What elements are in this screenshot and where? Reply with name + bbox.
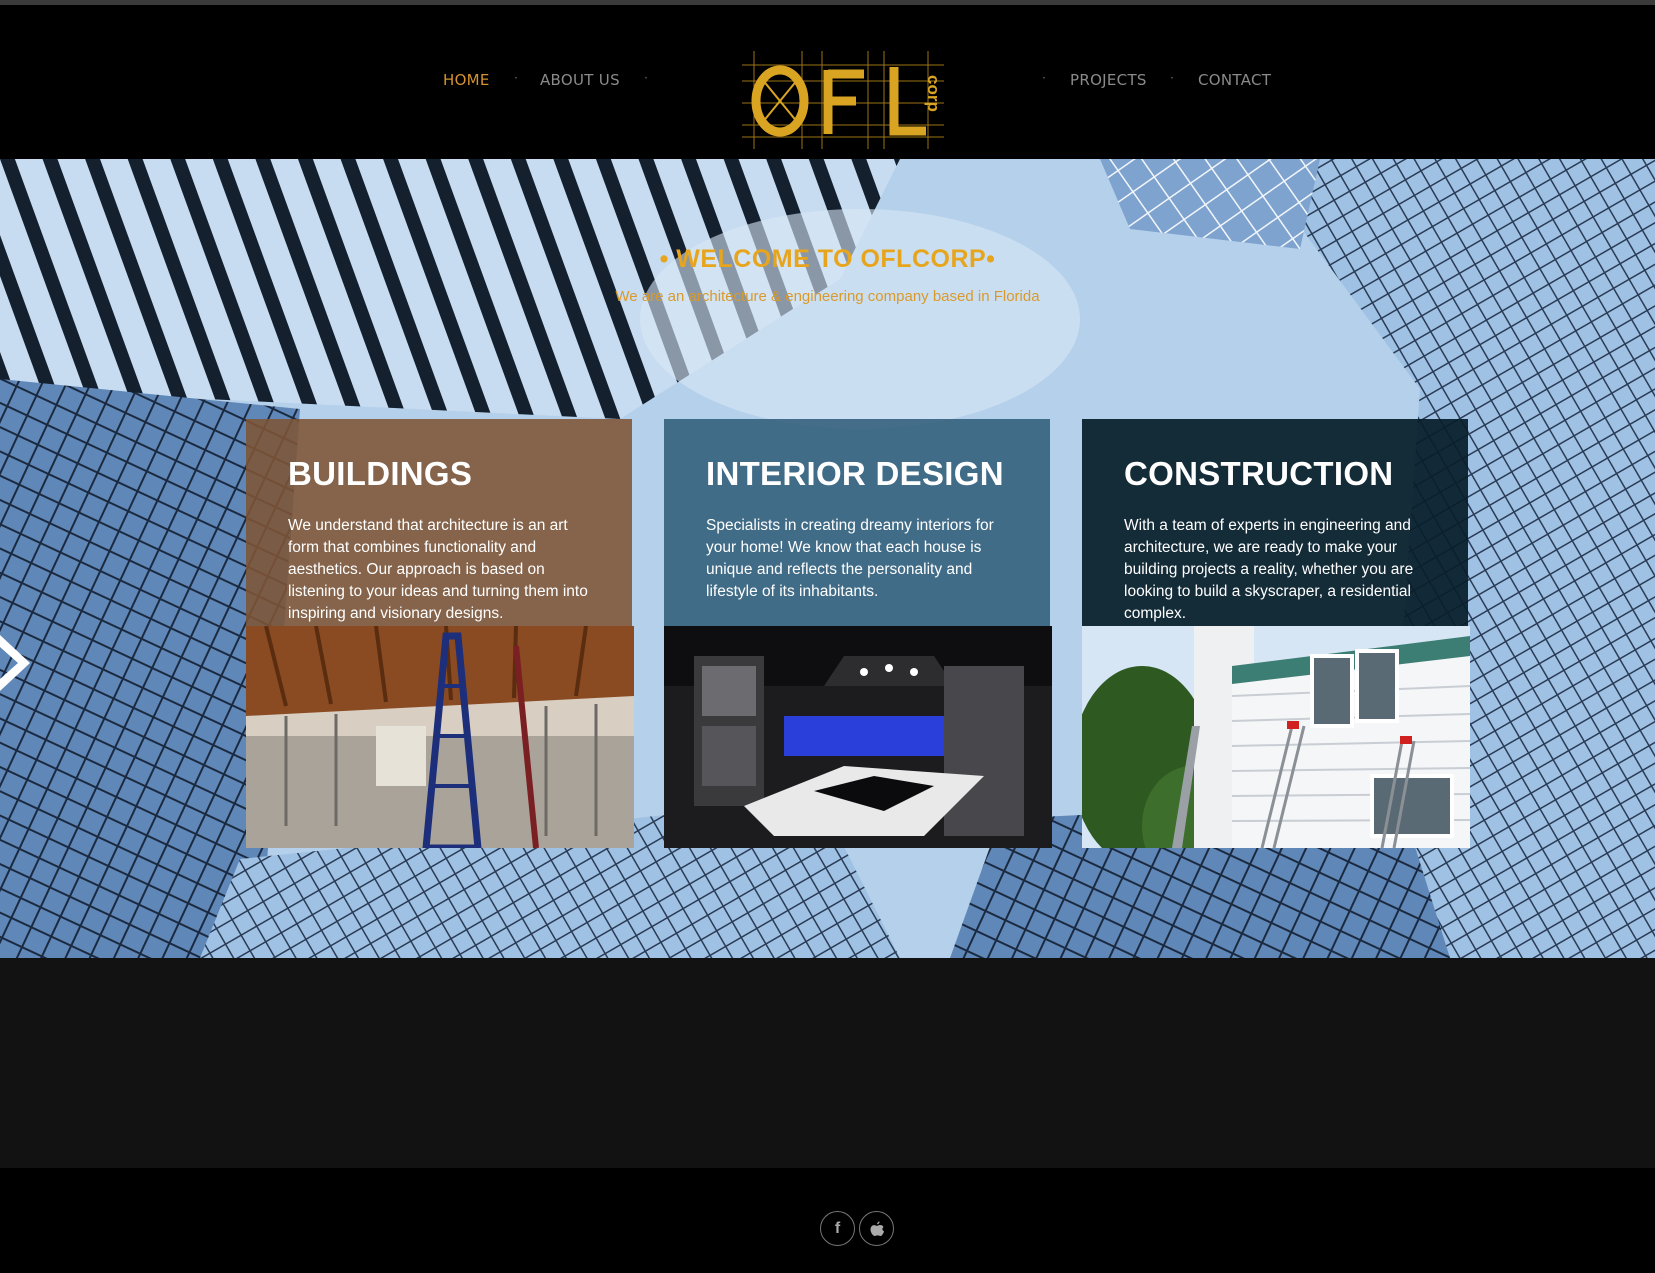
site-header: HOME · ABOUT US · corp · PROJECTS · CONT… (0, 5, 1655, 159)
card-text: With a team of experts in engineering an… (1124, 517, 1414, 622)
facebook-icon[interactable]: f (820, 1211, 855, 1246)
apple-icon[interactable] (859, 1211, 894, 1246)
card-panel: INTERIOR DESIGN Specialists in creating … (664, 419, 1050, 626)
nav-projects[interactable]: PROJECTS (1070, 71, 1147, 89)
card-photo-house-exterior (1082, 626, 1470, 848)
card-title: CONSTRUCTION (1124, 455, 1394, 492)
nav-contact[interactable]: CONTACT (1198, 71, 1271, 89)
content-band (0, 958, 1655, 1168)
slider-next-arrow[interactable] (0, 629, 34, 697)
nav-about-us[interactable]: ABOUT US (540, 71, 620, 89)
nav-separator: · (1170, 71, 1174, 85)
hero-section: • WELCOME TO OFLCORP• We are an architec… (0, 159, 1655, 958)
site-footer: f (0, 1168, 1655, 1273)
card-panel: BUILDINGS We understand that architectur… (246, 419, 632, 626)
chevron-right-icon (0, 635, 30, 691)
card-buildings[interactable]: BUILDINGS We understand that architectur… (246, 419, 634, 848)
card-photo-kitchen (664, 626, 1052, 848)
hero-title: • WELCOME TO OFLCORP• (659, 245, 996, 273)
card-title: INTERIOR DESIGN (706, 455, 1004, 492)
card-text: Specialists in creating dreamy interiors… (706, 517, 994, 600)
apple-glyph (870, 1221, 884, 1236)
nav-home[interactable]: HOME (443, 71, 490, 89)
card-construction[interactable]: CONSTRUCTION With a team of experts in e… (1082, 419, 1470, 848)
card-interior-design[interactable]: INTERIOR DESIGN Specialists in creating … (664, 419, 1052, 848)
hero-subtitle: We are an architecture & engineering com… (615, 288, 1040, 305)
nav-separator: · (644, 71, 648, 85)
card-text: We understand that architecture is an ar… (288, 517, 588, 622)
card-panel: CONSTRUCTION With a team of experts in e… (1082, 419, 1468, 626)
card-photo-construction-interior (246, 626, 634, 848)
card-title: BUILDINGS (288, 455, 473, 492)
nav-separator: · (1042, 71, 1046, 85)
ofl-corp-logo[interactable]: corp (742, 51, 944, 149)
nav-separator: · (514, 71, 518, 85)
logo-graphic: corp (742, 51, 944, 149)
logo-corp-text: corp (924, 75, 943, 112)
